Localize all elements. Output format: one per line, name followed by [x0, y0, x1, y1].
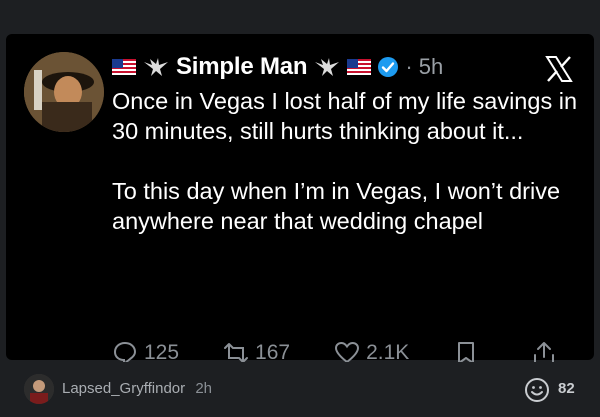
commenter-avatar[interactable]: [24, 374, 54, 404]
comment-row: Lapsed_Gryffindor 2h 82: [0, 362, 600, 417]
author-name[interactable]: Simple Man: [176, 53, 308, 81]
eagle-icon: [315, 58, 340, 76]
tweet-paragraph: Once in Vegas I lost half of my life sav…: [112, 88, 578, 144]
separator-dot: ·: [405, 54, 413, 79]
tweet-header: Simple Man · 5h: [112, 52, 443, 82]
us-flag-icon: [112, 59, 136, 75]
tweet-paragraph: To this day when I’m in Vegas, I won’t d…: [112, 178, 561, 234]
author-avatar[interactable]: [24, 52, 104, 132]
eagle-icon: [144, 58, 168, 76]
tweet-card[interactable]: Simple Man · 5h Once in Vegas I lost hal…: [6, 34, 594, 366]
verified-badge-icon: [378, 57, 399, 77]
tweet-text: Once in Vegas I lost half of my life sav…: [112, 86, 582, 236]
comment-time: 2h: [195, 380, 212, 397]
reaction-count: 82: [558, 380, 575, 397]
x-logo-icon: [545, 56, 573, 82]
tweet-time[interactable]: 5h: [419, 54, 443, 80]
commenter-username[interactable]: Lapsed_Gryffindor: [62, 380, 185, 397]
comment-meta: Lapsed_Gryffindor 2h: [62, 380, 212, 397]
us-flag-icon: [347, 59, 372, 75]
smiley-reaction-icon[interactable]: [524, 377, 550, 403]
